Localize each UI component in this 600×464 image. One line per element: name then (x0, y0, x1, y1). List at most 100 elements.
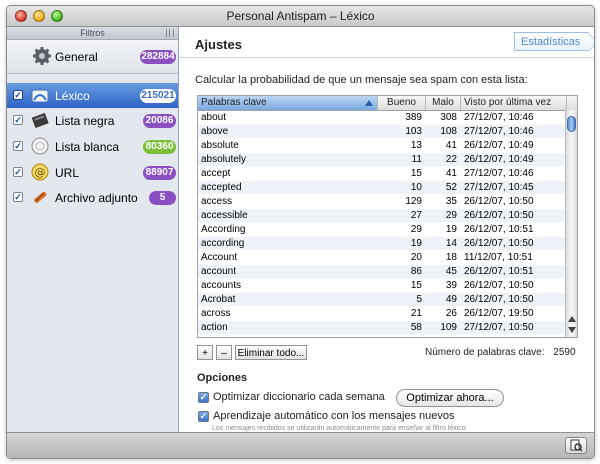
count-badge: 20086 (143, 114, 176, 128)
enable-checkbox[interactable]: ✓ (13, 167, 23, 177)
table-cell: 26/12/07, 19:50 (464, 308, 534, 319)
table-cell: Acrobat (201, 294, 236, 305)
table-cell: according (201, 238, 245, 249)
table-row[interactable]: above 103 108 27/12/07, 10:46 (198, 125, 566, 138)
column-header-last-seen[interactable]: Visto por última vez (461, 96, 567, 110)
table-row[interactable]: Acrobat 5 49 26/12/07, 10:50 (198, 293, 566, 306)
enable-checkbox[interactable]: ✓ (13, 141, 23, 151)
auto-learn-checkbox[interactable]: ✓ (198, 411, 209, 422)
table-cell: 308 (440, 112, 457, 123)
settings-panel: Ajustes Estadísticas Calcular la probabi… (179, 27, 594, 432)
table-row[interactable]: accept 15 41 27/12/07, 10:46 (198, 167, 566, 180)
options-heading: Opciones (197, 372, 248, 384)
table-cell: 389 (405, 112, 422, 123)
header-divider (179, 57, 594, 58)
table-cell: 29 (445, 210, 457, 221)
enable-checkbox[interactable]: ✓ (13, 192, 23, 202)
table-row[interactable]: access 129 35 26/12/07, 10:50 (198, 195, 566, 208)
table-row[interactable]: according 19 14 26/12/07, 10:50 (198, 237, 566, 250)
sidebar-item-lista-blanca[interactable]: ✓ Lista blanca 80360 (7, 134, 178, 159)
table-cell: accepted (201, 182, 242, 193)
scroll-up-icon[interactable] (568, 316, 576, 322)
table-cell: 49 (445, 294, 457, 305)
table-row[interactable]: across 21 26 26/12/07, 19:50 (198, 307, 566, 320)
table-cell: 27/12/07, 10:46 (464, 112, 534, 123)
table-row[interactable]: action 58 109 27/12/07, 10:50 (198, 321, 566, 334)
sidebar-item-label: Léxico (55, 89, 90, 103)
table-cell: 26 (445, 308, 457, 319)
add-keyword-button[interactable]: + (197, 345, 213, 360)
table-row[interactable]: absolutely 11 22 26/12/07, 10:49 (198, 153, 566, 166)
optimize-weekly-checkbox[interactable]: ✓ (198, 392, 209, 403)
sidebar-header: Filtros (7, 27, 178, 40)
enable-checkbox[interactable]: ✓ (13, 90, 23, 100)
table-cell: 29 (410, 224, 422, 235)
table-cell: across (201, 308, 231, 319)
gear-icon (33, 47, 51, 65)
keyword-count-value: 2590 (553, 347, 576, 358)
table-cell: According (201, 224, 246, 235)
table-cell: 14 (445, 238, 457, 249)
table-cell: 58 (410, 322, 422, 333)
table-row[interactable]: According 29 19 26/12/07, 10:51 (198, 223, 566, 236)
scroll-down-icon[interactable] (568, 327, 576, 333)
table-scrollbar[interactable] (565, 110, 577, 337)
table-cell: 26/12/07, 10:49 (464, 154, 534, 165)
inspector-icon (570, 439, 583, 452)
remove-keyword-button[interactable]: – (216, 345, 232, 360)
column-header-good[interactable]: Bueno (378, 96, 426, 110)
resize-grip[interactable] (166, 29, 174, 37)
sidebar-item-general[interactable]: General 282884 (7, 40, 178, 74)
table-cell: 11/12/07, 10:51 (464, 252, 533, 263)
count-badge: 80360 (143, 140, 176, 154)
table-cell: 41 (445, 140, 457, 151)
count-badge: 5 (149, 191, 176, 205)
table-cell: action (201, 322, 228, 333)
sidebar-item-url[interactable]: ✓ @ URL 88907 (7, 160, 178, 185)
table-cell: 15 (410, 168, 422, 179)
filters-sidebar: Filtros General 282884 ✓ Léxico 215021 ✓… (7, 27, 179, 432)
table-cell: 129 (405, 196, 422, 207)
enable-checkbox[interactable]: ✓ (13, 115, 23, 125)
table-row[interactable]: accounts 15 39 26/12/07, 10:50 (198, 279, 566, 292)
table-row[interactable]: about 389 308 27/12/07, 10:46 (198, 111, 566, 124)
column-header-label: Palabras clave (201, 97, 267, 108)
table-cell: 108 (440, 126, 457, 137)
sidebar-item-archivo-adjunto[interactable]: ✓ Archivo adjunto 5 (7, 185, 178, 210)
keywords-table: Palabras clave Bueno Malo Visto por últi… (197, 95, 578, 338)
column-header-keyword[interactable]: Palabras clave (198, 96, 378, 110)
sidebar-item-lexico[interactable]: ✓ Léxico 215021 (7, 83, 178, 108)
table-cell: 52 (445, 182, 457, 193)
optimize-now-button[interactable]: Optimizar ahora... (396, 389, 504, 407)
table-cell: absolute (201, 140, 239, 151)
table-cell: 45 (445, 266, 457, 277)
sidebar-item-lista-negra[interactable]: ✓ Lista negra 20086 (7, 108, 178, 133)
statistics-button[interactable]: Estadísticas (514, 32, 594, 52)
table-cell: 35 (445, 196, 457, 207)
table-cell: 26/12/07, 10:50 (464, 280, 534, 291)
table-cell: 26/12/07, 10:50 (464, 238, 534, 249)
column-header-bad[interactable]: Malo (426, 96, 461, 110)
table-cell: 86 (410, 266, 422, 277)
table-row[interactable]: absolute 13 41 26/12/07, 10:49 (198, 139, 566, 152)
table-cell: 103 (405, 126, 422, 137)
delete-all-button[interactable]: Eliminar todo... (235, 345, 307, 360)
sort-ascending-icon (365, 100, 373, 106)
table-row[interactable]: account 86 45 26/12/07, 10:51 (198, 265, 566, 278)
table-cell: 27/12/07, 10:46 (464, 168, 534, 179)
table-cell: Account (201, 252, 238, 263)
scroll-thumb[interactable] (567, 116, 576, 132)
page-title: Ajustes (195, 37, 242, 52)
url-icon: @ (31, 163, 49, 181)
title-bar[interactable]: Personal Antispam – Léxico (7, 6, 594, 27)
count-badge: 282884 (140, 50, 176, 64)
blacklist-icon (31, 112, 49, 129)
inspector-button[interactable] (565, 437, 587, 454)
table-cell: accept (201, 168, 231, 179)
keyword-count: Número de palabras clave: 2590 (425, 347, 576, 358)
table-row[interactable]: accessible 27 29 26/12/07, 10:50 (198, 209, 566, 222)
table-row[interactable]: accepted 10 52 27/12/07, 10:45 (198, 181, 566, 194)
table-row[interactable]: Account 20 18 11/12/07, 10:51 (198, 251, 566, 264)
table-cell: absolutely (201, 154, 247, 165)
table-cell: 21 (410, 308, 422, 319)
